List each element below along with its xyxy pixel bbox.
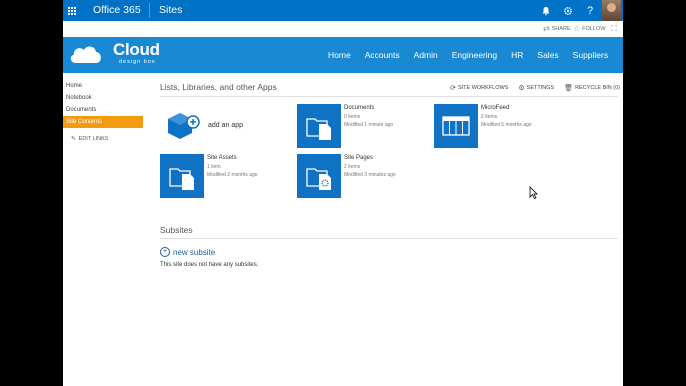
subsites-title: Subsites xyxy=(160,225,193,235)
topnav-accounts[interactable]: Accounts xyxy=(365,50,400,60)
help-question-icon[interactable]: ? xyxy=(579,0,601,21)
site-workflows-button[interactable]: ⟳ SITE WORKFLOWS xyxy=(450,84,508,92)
add-app-icon xyxy=(168,113,200,139)
tile-site-pages-name[interactable]: Site Pages xyxy=(344,155,373,161)
app-name[interactable]: Sites xyxy=(159,0,182,21)
tile-documents-count: 0 items xyxy=(344,114,361,120)
settings-label: SETTINGS xyxy=(526,85,555,91)
star-icon: ☆ xyxy=(573,24,581,33)
edit-links-button[interactable]: ✎ EDIT LINKS xyxy=(63,136,143,142)
tile-documents[interactable]: Documents 0 items Modified 1 minute ago xyxy=(297,104,427,148)
logo-subtitle: design box xyxy=(119,59,156,65)
leftnav-notebook[interactable]: Notebook xyxy=(63,92,143,104)
logo-title: Cloud xyxy=(113,40,160,59)
focus-icon: ⛶ xyxy=(611,24,617,33)
topnav-suppliers[interactable]: Suppliers xyxy=(573,50,608,60)
gear-icon: ⚙ xyxy=(518,85,525,92)
tile-site-assets-modified: Modified 2 months ago xyxy=(207,172,258,178)
user-avatar[interactable] xyxy=(602,0,621,21)
suite-bar: Office 365 Sites ? xyxy=(63,0,623,21)
tile-site-assets[interactable]: Site Assets 1 item Modified 2 months ago xyxy=(160,154,290,198)
follow-label: FOLLOW xyxy=(582,25,606,32)
tile-site-pages-count: 2 items xyxy=(344,164,361,170)
sharepoint-page: Office 365 Sites ? ⇄ SHARE ☆ FOLLOW ⛶ Cl… xyxy=(63,0,623,386)
tile-site-pages[interactable]: Site Pages 2 items Modified 3 minutes ag… xyxy=(297,154,427,198)
list-actions: ⟳ SITE WORKFLOWS ⚙ SETTINGS 🗑 RECYCLE BI… xyxy=(450,84,620,92)
leftnav-site-contents[interactable]: Site Contents xyxy=(63,116,143,128)
tile-microfeed-modified: Modified 5 months ago xyxy=(481,122,532,128)
topnav-engineering[interactable]: Engineering xyxy=(452,50,497,60)
topnav-home[interactable]: Home xyxy=(328,50,351,60)
notifications-bell-icon[interactable] xyxy=(535,0,557,21)
app-launcher-button[interactable] xyxy=(63,0,81,21)
pages-library-icon xyxy=(297,154,341,198)
site-workflows-label: SITE WORKFLOWS xyxy=(457,85,509,91)
recycle-bin-button[interactable]: 🗑 RECYCLE BIN (0) xyxy=(564,84,620,92)
topnav-admin[interactable]: Admin xyxy=(414,50,438,60)
recycle-bin-label: RECYCLE BIN (0) xyxy=(575,85,620,91)
tile-documents-name[interactable]: Documents xyxy=(344,105,374,111)
share-label: SHARE xyxy=(551,25,571,32)
waffle-icon xyxy=(68,6,76,15)
tile-microfeed[interactable]: MicroFeed 2 items Modified 5 months ago xyxy=(434,104,564,148)
office365-brand[interactable]: Office 365 xyxy=(93,0,141,21)
library-folder-icon xyxy=(160,154,204,198)
tile-site-pages-modified: Modified 3 minutes ago xyxy=(344,172,396,178)
topnav-sales[interactable]: Sales xyxy=(537,50,558,60)
new-subsite-label: new subsite xyxy=(173,247,216,257)
no-subsites-message: This site does not have any subsites. xyxy=(160,262,259,268)
focus-content-button[interactable]: ⛶ xyxy=(611,24,617,34)
add-app-tile[interactable]: add an app xyxy=(160,104,290,148)
library-folder-icon xyxy=(297,104,341,148)
settings-button[interactable]: ⚙ SETTINGS xyxy=(518,84,554,92)
recycle-bin-icon: 🗑 xyxy=(564,85,574,92)
lists-section-title: Lists, Libraries, and other Apps xyxy=(160,82,277,92)
edit-links-label: EDIT LINKS xyxy=(78,136,109,142)
tile-microfeed-name[interactable]: MicroFeed xyxy=(481,105,509,111)
section-divider xyxy=(160,96,618,97)
suite-bar-divider xyxy=(149,3,150,18)
top-navigation: Home Accounts Admin Engineering HR Sales… xyxy=(328,37,608,73)
settings-gear-icon[interactable] xyxy=(557,0,579,21)
site-header: Cloud design box Home Accounts Admin Eng… xyxy=(63,37,623,73)
add-app-label: add an app xyxy=(208,122,244,129)
leftnav-documents[interactable]: Documents xyxy=(63,104,143,116)
cloud-logo-icon[interactable] xyxy=(68,42,104,66)
mouse-cursor-icon xyxy=(529,186,538,199)
tile-site-assets-count: 1 item xyxy=(207,164,221,170)
share-icon: ⇄ xyxy=(543,24,550,33)
workflow-icon: ⟳ xyxy=(450,85,456,92)
follow-button[interactable]: ☆ FOLLOW xyxy=(573,24,605,33)
leftnav-home[interactable]: Home xyxy=(63,80,143,92)
tile-microfeed-count: 2 items xyxy=(481,114,498,120)
list-grid-icon xyxy=(434,104,478,148)
share-strip: ⇄ SHARE ☆ FOLLOW ⛶ xyxy=(63,21,623,37)
quick-launch: Home Notebook Documents Site Contents ✎ … xyxy=(63,80,143,142)
new-subsite-link[interactable]: + new subsite xyxy=(160,247,215,257)
pencil-icon: ✎ xyxy=(71,136,76,142)
tile-documents-modified: Modified 1 minute ago xyxy=(344,122,394,128)
plus-circle-icon: + xyxy=(160,247,170,257)
topnav-hr[interactable]: HR xyxy=(511,50,523,60)
subsites-divider xyxy=(160,238,618,239)
tile-site-assets-name[interactable]: Site Assets xyxy=(207,155,237,161)
share-button[interactable]: ⇄ SHARE xyxy=(543,24,571,33)
